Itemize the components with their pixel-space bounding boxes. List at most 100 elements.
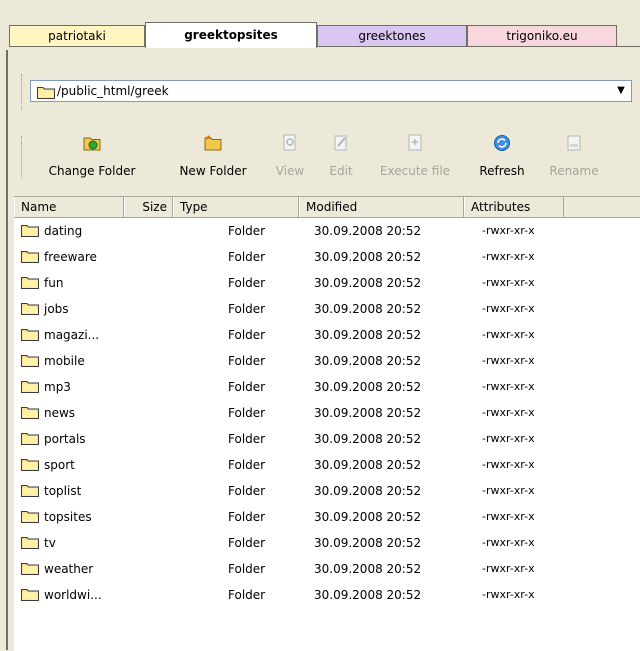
table-row[interactable]: topsites Folder 30.09.2008 20:52 -rwxr-xr-x — [14, 504, 640, 530]
execute-file-label: Execute file — [379, 164, 451, 178]
file-attributes: -rwxr-xr-x — [482, 458, 535, 471]
table-row[interactable]: mp3 Folder 30.09.2008 20:52 -rwxr-xr-x — [14, 374, 640, 400]
file-attributes: -rwxr-xr-x — [482, 432, 535, 445]
table-row[interactable]: sport Folder 30.09.2008 20:52 -rwxr-xr-x — [14, 452, 640, 478]
file-modified: 30.09.2008 20:52 — [314, 302, 422, 316]
file-modified: 30.09.2008 20:52 — [314, 432, 422, 446]
table-row[interactable]: news Folder 30.09.2008 20:52 -rwxr-xr-x — [14, 400, 640, 426]
file-name: worldwi... — [44, 588, 102, 602]
edit-label: Edit — [329, 164, 353, 178]
tab-trigoniko-eu[interactable]: trigoniko.eu — [467, 25, 617, 46]
file-attributes: -rwxr-xr-x — [482, 406, 535, 419]
folder-icon — [21, 381, 39, 393]
path-dropdown[interactable]: /public_html/greek ▼ — [30, 80, 632, 102]
folder-icon — [21, 563, 39, 575]
file-name: portals — [44, 432, 86, 446]
column-header-modified[interactable]: Modified — [299, 197, 464, 217]
file-attributes: -rwxr-xr-x — [482, 380, 535, 393]
file-name: sport — [44, 458, 75, 472]
change-folder-icon — [83, 137, 101, 151]
column-header-size[interactable]: Size — [124, 197, 173, 217]
table-row[interactable]: worldwi... Folder 30.09.2008 20:52 -rwxr-xr… — [14, 582, 640, 608]
file-attributes: -rwxr-xr-x — [482, 302, 535, 315]
file-attributes: -rwxr-xr-x — [482, 276, 535, 289]
edit-icon — [334, 135, 347, 151]
view-icon — [283, 134, 296, 151]
rename-button[interactable]: Rename — [542, 128, 606, 186]
file-list: Name Size Type Modified Attributes datin… — [14, 196, 640, 651]
tab-greektones[interactable]: greektones — [317, 25, 467, 46]
column-header-name[interactable]: Name — [14, 197, 124, 217]
file-attributes: -rwxr-xr-x — [482, 354, 535, 367]
rename-icon — [567, 135, 581, 151]
file-attributes: -rwxr-xr-x — [482, 328, 535, 341]
file-name: tv — [44, 536, 56, 550]
file-type: Folder — [228, 562, 266, 576]
refresh-icon — [494, 135, 510, 151]
view-button[interactable]: View — [263, 128, 317, 186]
new-folder-icon — [204, 135, 222, 151]
site-tabs: patriotaki greektopsites greektones trig… — [9, 0, 640, 48]
file-attributes: -rwxr-xr-x — [482, 510, 535, 523]
folder-icon — [21, 355, 39, 367]
tab-greektopsites[interactable]: greektopsites — [145, 22, 317, 48]
file-attributes: -rwxr-xr-x — [482, 484, 535, 497]
file-name: freeware — [44, 250, 97, 264]
file-name: news — [44, 406, 76, 420]
folder-icon — [21, 225, 39, 237]
file-attributes: -rwxr-xr-x — [482, 588, 535, 601]
folder-icon — [21, 251, 39, 263]
table-row[interactable]: dating Folder 30.09.2008 20:52 -rwxr-xr-x — [14, 218, 640, 244]
new-folder-label: New Folder — [179, 164, 247, 178]
execute-file-button[interactable]: Execute file — [366, 128, 464, 186]
file-attributes: -rwxr-xr-x — [482, 224, 535, 237]
tab-patriotaki[interactable]: patriotaki — [9, 25, 145, 46]
edit-button[interactable]: Edit — [319, 128, 363, 186]
file-type: Folder — [228, 354, 266, 368]
folder-icon — [21, 459, 39, 471]
folder-icon — [21, 277, 39, 289]
table-row[interactable]: jobs Folder 30.09.2008 20:52 -rwxr-xr-x — [14, 296, 640, 322]
file-type: Folder — [228, 432, 266, 446]
file-type: Folder — [228, 536, 266, 550]
refresh-button[interactable]: Refresh — [464, 128, 540, 186]
file-modified: 30.09.2008 20:52 — [314, 276, 422, 290]
file-list-header: Name Size Type Modified Attributes — [14, 197, 640, 218]
file-name: topsites — [44, 510, 92, 524]
file-type: Folder — [228, 380, 266, 394]
file-type: Folder — [228, 224, 266, 238]
column-header-attributes[interactable]: Attributes — [464, 197, 564, 217]
table-row[interactable]: freeware Folder 30.09.2008 20:52 -rwxr-xr-x — [14, 244, 640, 270]
file-type: Folder — [228, 510, 266, 524]
file-name: fun — [44, 276, 64, 290]
table-row[interactable]: fun Folder 30.09.2008 20:52 -rwxr-xr-x — [14, 270, 640, 296]
file-type: Folder — [228, 588, 266, 602]
ftp-file-browser: patriotaki greektopsites greektones trig… — [0, 0, 640, 651]
path-bar-grip[interactable] — [21, 74, 25, 110]
change-folder-label: Change Folder — [48, 164, 136, 178]
file-type: Folder — [228, 406, 266, 420]
file-modified: 30.09.2008 20:52 — [314, 328, 422, 342]
table-row[interactable]: mobile Folder 30.09.2008 20:52 -rwxr-xr-x — [14, 348, 640, 374]
view-label: View — [275, 164, 305, 178]
file-modified: 30.09.2008 20:52 — [314, 536, 422, 550]
file-modified: 30.09.2008 20:52 — [314, 354, 422, 368]
table-row[interactable]: tv Folder 30.09.2008 20:52 -rwxr-xr-x — [14, 530, 640, 556]
new-folder-button[interactable]: New Folder — [164, 128, 262, 186]
table-row[interactable]: toplist Folder 30.09.2008 20:52 -rwxr-xr-x — [14, 478, 640, 504]
file-attributes: -rwxr-xr-x — [482, 562, 535, 575]
table-row[interactable]: weather Folder 30.09.2008 20:52 -rwxr-xr-x — [14, 556, 640, 582]
file-attributes: -rwxr-xr-x — [482, 536, 535, 549]
table-row[interactable]: portals Folder 30.09.2008 20:52 -rwxr-xr-x — [14, 426, 640, 452]
rename-label: Rename — [549, 164, 599, 178]
table-row[interactable]: magazi... Folder 30.09.2008 20:52 -rwxr-xr-… — [14, 322, 640, 348]
file-name: weather — [44, 562, 94, 576]
folder-icon — [21, 407, 39, 419]
folder-icon — [37, 87, 55, 99]
file-attributes: -rwxr-xr-x — [482, 250, 535, 263]
change-folder-button[interactable]: Change Folder — [24, 128, 160, 186]
chevron-down-icon[interactable]: ▼ — [613, 83, 629, 99]
file-modified: 30.09.2008 20:52 — [314, 380, 422, 394]
file-type: Folder — [228, 328, 266, 342]
column-header-type[interactable]: Type — [173, 197, 299, 217]
